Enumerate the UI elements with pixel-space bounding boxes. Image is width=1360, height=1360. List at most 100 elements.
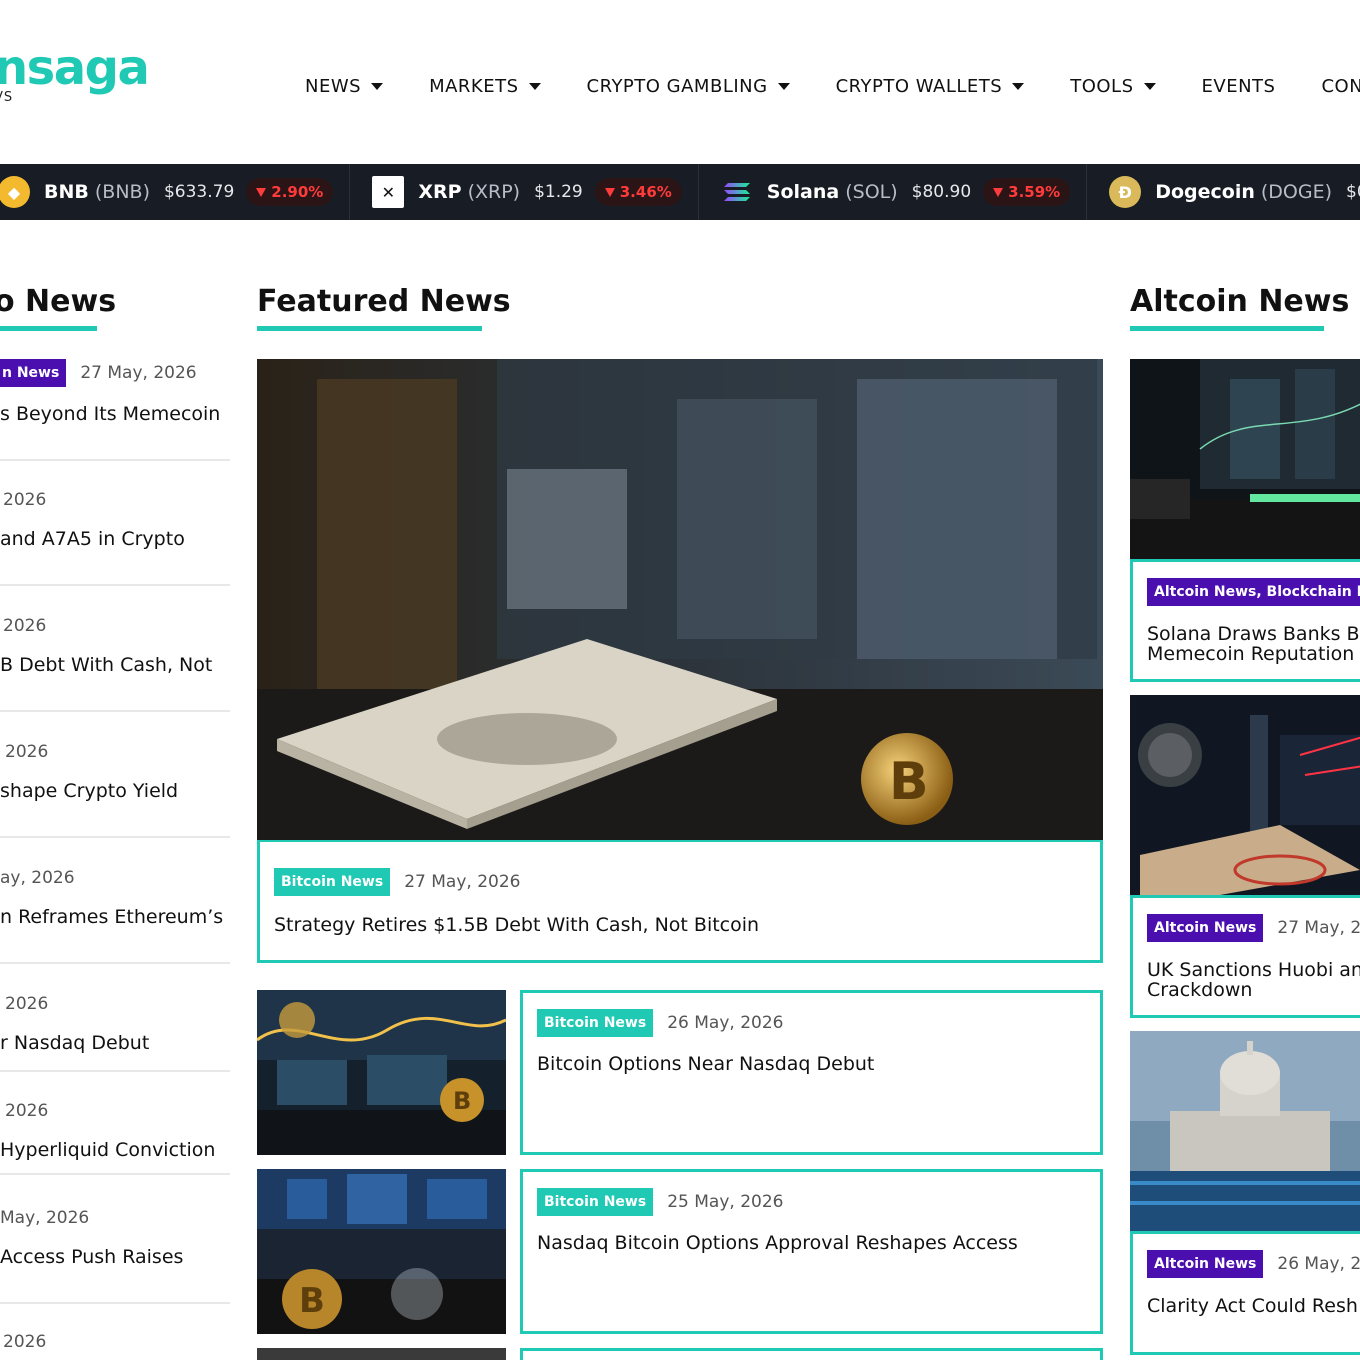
svg-text:B: B [299, 1281, 325, 1321]
altcoin-section-underline [1130, 326, 1324, 331]
post-title[interactable]: Bitcoin Options Near Nasdaq Debut [537, 1053, 874, 1075]
price-change-value: 2.90% [271, 183, 324, 201]
coin-symbol: (XRP) [467, 181, 521, 203]
post-card[interactable]: Bitcoin News 25 May, 2026 Nasdaq Bitcoin… [520, 1169, 1103, 1334]
post-title[interactable]: UK Sanctions Huobi an Crackdown [1147, 960, 1360, 1000]
list-item[interactable]: May, 2026 Access Push Raises [0, 1204, 230, 1304]
post-card[interactable] [520, 1348, 1103, 1360]
list-item[interactable]: 2026 Hyperliquid Conviction [0, 1097, 230, 1175]
nav-crypto-gambling[interactable]: CRYPTO GAMBLING [587, 76, 790, 97]
logo-text: nsaga [0, 40, 150, 96]
post-title[interactable]: Solana Draws Banks Be Memecoin Reputatio… [1147, 624, 1360, 664]
nav-contact[interactable]: CONT [1321, 76, 1360, 97]
list-item[interactable]: n News 27 May, 2026 s Beyond Its Memecoi… [0, 359, 230, 461]
coin-name: BNB [44, 181, 89, 203]
ticker-item-solana[interactable]: Solana (SOL) $80.90 3.59% [699, 164, 1088, 220]
post-card[interactable]: Altcoin News 26 May, 20 Clarity Act Coul… [1130, 1231, 1360, 1355]
post-date: 2026 [3, 490, 47, 510]
site-logo[interactable]: nsaga VS [0, 40, 150, 105]
nav-crypto-gambling-label: CRYPTO GAMBLING [586, 76, 768, 97]
chevron-down-icon [1012, 83, 1025, 90]
post-thumbnail[interactable] [1130, 359, 1360, 559]
coin-symbol: (SOL) [845, 181, 898, 203]
nav-tools[interactable]: TOOLS [1070, 76, 1156, 97]
dogecoin-icon: Đ [1109, 176, 1142, 208]
coin-name: XRP [418, 181, 462, 203]
list-item[interactable]: 2026 [0, 1330, 230, 1360]
category-tag[interactable]: Altcoin News, Blockchain Ne [1147, 578, 1360, 606]
post-title[interactable]: Hyperliquid Conviction [0, 1139, 215, 1161]
post-title[interactable]: s Beyond Its Memecoin [0, 403, 220, 425]
post-title[interactable]: Nasdaq Bitcoin Options Approval Reshapes… [537, 1232, 1018, 1254]
post-card[interactable]: Altcoin News 27 May, 20 UK Sanctions Huo… [1130, 895, 1360, 1018]
nav-contact-label: CONT [1321, 76, 1360, 97]
price-ticker: ◆ BNB (BNB) $633.79 2.90% ✕ XRP (XRP) $1… [0, 164, 1360, 220]
post-title[interactable]: Strategy Retires $1.5B Debt With Cash, N… [274, 914, 759, 936]
chevron-down-icon [1143, 83, 1156, 90]
category-tag[interactable]: n News [0, 359, 67, 387]
post-title[interactable]: B Debt With Cash, Not [0, 654, 212, 676]
post-thumbnail[interactable] [1130, 695, 1360, 895]
nav-news-label: NEWS [305, 76, 362, 97]
category-tag[interactable]: Altcoin News [1147, 1250, 1264, 1278]
solana-icon [721, 176, 753, 208]
list-item[interactable]: 2026 r Nasdaq Debut [0, 990, 230, 1072]
featured-section-title: Featured News [257, 284, 511, 319]
chevron-down-icon [777, 83, 790, 90]
post-title[interactable]: r Nasdaq Debut [0, 1032, 149, 1054]
nav-markets-label: MARKETS [429, 76, 519, 97]
featured-image[interactable]: B [257, 359, 1103, 840]
post-thumbnail[interactable] [257, 1348, 506, 1360]
post-date: ay, 2026 [0, 868, 75, 888]
nav-markets[interactable]: MARKETS [429, 76, 541, 97]
category-tag[interactable]: Altcoin News [1147, 914, 1264, 942]
list-item[interactable]: 2026 and A7A5 in Crypto [0, 486, 230, 586]
category-tag[interactable]: Bitcoin News [537, 1009, 654, 1037]
category-tag[interactable]: Bitcoin News [537, 1188, 654, 1216]
post-card[interactable]: Bitcoin News 26 May, 2026 Bitcoin Option… [520, 990, 1103, 1155]
logo-subtitle: VS [0, 90, 14, 105]
list-item[interactable]: ay, 2026 n Reframes Ethereum’s [0, 864, 230, 964]
chevron-down-icon [528, 83, 541, 90]
coin-symbol: (DOGE) [1260, 181, 1332, 203]
post-title[interactable]: Clarity Act Could Resh Pipes [1147, 1296, 1360, 1316]
ticker-item-bnb[interactable]: ◆ BNB (BNB) $633.79 2.90% [0, 164, 351, 220]
chevron-down-icon [371, 83, 384, 90]
nav-news[interactable]: NEWS [305, 76, 384, 97]
coin-price: $0.0 [1346, 182, 1360, 202]
price-change-badge: 3.46% [594, 178, 682, 206]
post-date: 2026 [3, 1332, 47, 1352]
ticker-item-dogecoin[interactable]: Đ Dogecoin (DOGE) $0.0 [1087, 164, 1360, 220]
post-date: 27 May, 2026 [80, 363, 197, 383]
coin-name: Dogecoin [1155, 181, 1255, 203]
post-thumbnail[interactable]: B [257, 1169, 506, 1334]
post-card[interactable]: Altcoin News, Blockchain Ne Solana Draws… [1130, 559, 1360, 682]
category-tag[interactable]: Bitcoin News [274, 868, 391, 896]
price-change-value: 3.46% [619, 183, 672, 201]
coin-price: $1.29 [534, 182, 583, 202]
post-date: 2026 [5, 994, 49, 1014]
featured-card[interactable]: Bitcoin News 27 May, 2026 Strategy Retir… [257, 840, 1103, 963]
nav-crypto-wallets-label: CRYPTO WALLETS [835, 76, 1003, 97]
post-date: 2026 [3, 616, 47, 636]
coin-price: $80.90 [911, 182, 972, 202]
nav-events[interactable]: EVENTS [1202, 76, 1276, 97]
post-title[interactable]: n Reframes Ethereum’s [0, 906, 223, 928]
list-item[interactable]: 2026 B Debt With Cash, Not [0, 612, 230, 712]
post-title[interactable]: shape Crypto Yield [0, 780, 178, 802]
ticker-item-xrp[interactable]: ✕ XRP (XRP) $1.29 3.46% [350, 164, 699, 220]
nav-events-label: EVENTS [1201, 76, 1276, 97]
list-item[interactable]: 2026 shape Crypto Yield [0, 738, 230, 838]
post-date: 26 May, 20 [1277, 1254, 1360, 1274]
post-thumbnail[interactable]: B [257, 990, 506, 1155]
price-change-badge: 3.59% [983, 178, 1071, 206]
post-title[interactable]: and A7A5 in Crypto [0, 528, 185, 550]
main-nav: NEWS MARKETS CRYPTO GAMBLING CRYPTO WALL… [305, 76, 1360, 97]
post-thumbnail[interactable] [1130, 1031, 1360, 1231]
post-date: May, 2026 [0, 1208, 90, 1228]
post-date: 25 May, 2026 [667, 1192, 784, 1212]
nav-crypto-wallets[interactable]: CRYPTO WALLETS [836, 76, 1025, 97]
post-title[interactable]: Access Push Raises [0, 1246, 183, 1268]
post-date: 26 May, 2026 [667, 1013, 784, 1033]
left-section-underline [0, 326, 97, 331]
